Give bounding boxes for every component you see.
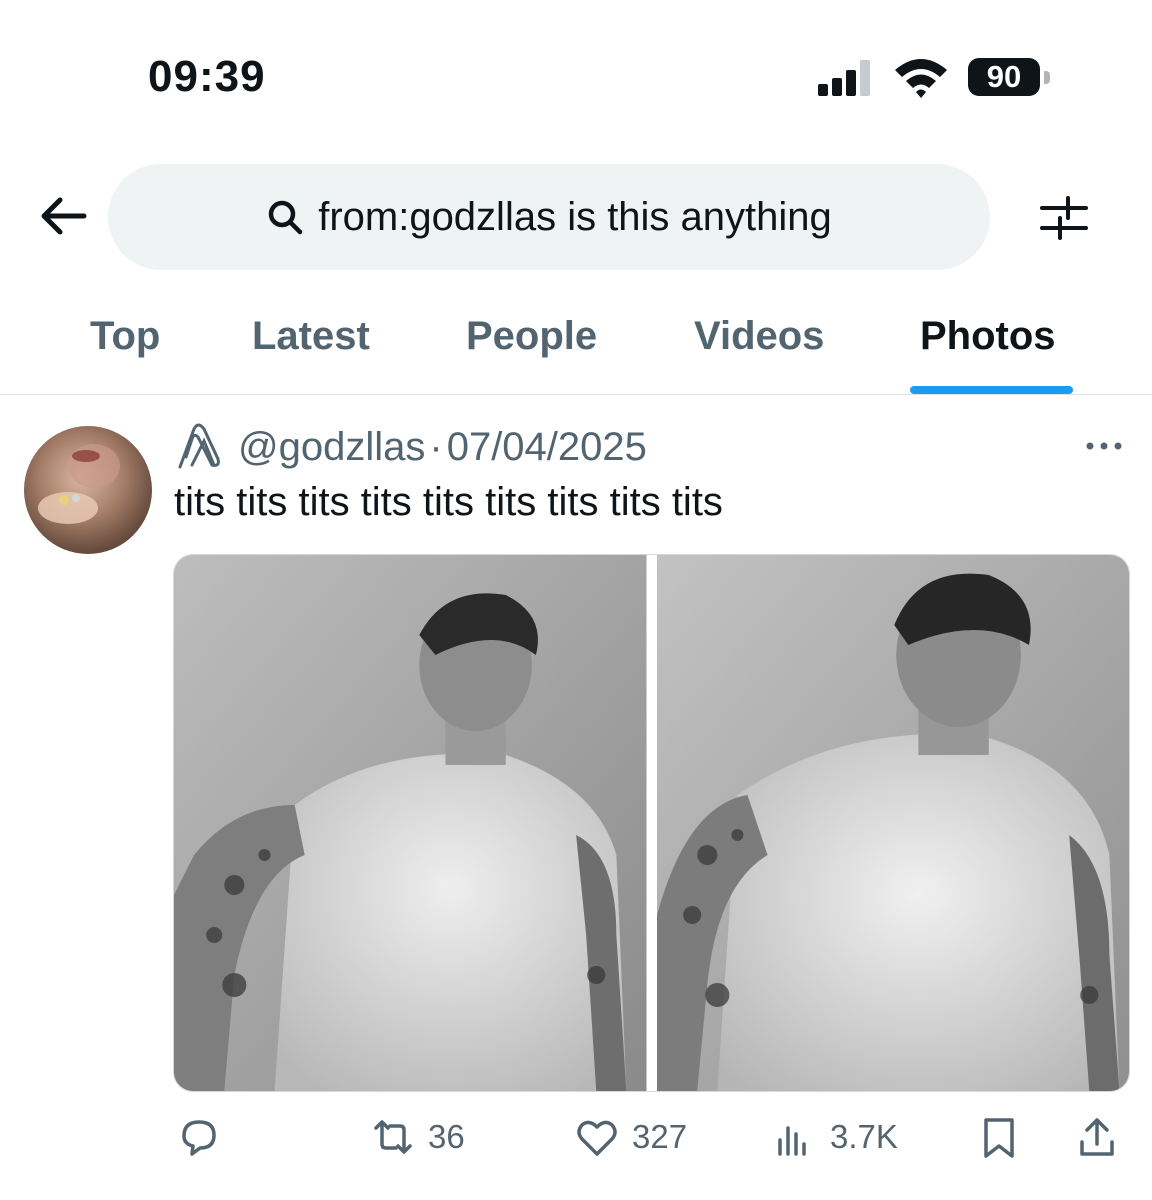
cellular-signal-icon <box>818 60 870 96</box>
search-query: from:godzllas is this anything <box>318 194 832 239</box>
post-media <box>173 554 1130 1092</box>
avatar[interactable] <box>24 426 152 554</box>
battery-level: 90 <box>968 58 1040 96</box>
bookmark-icon <box>984 1118 1014 1158</box>
tab-photos[interactable]: Photos <box>920 314 1056 359</box>
post-meta: @godzllas · 07/04/2025 <box>174 422 647 472</box>
search-input[interactable]: from:godzllas is this anything <box>108 164 990 270</box>
paperclip-logo-icon <box>178 423 220 469</box>
view-count: 3.7K <box>830 1118 898 1155</box>
post-photo-1[interactable] <box>174 555 647 1091</box>
post-date[interactable]: 07/04/2025 <box>447 425 647 470</box>
search-icon <box>268 200 303 235</box>
repost-button[interactable]: 36 <box>370 1114 465 1160</box>
tab-videos[interactable]: Videos <box>694 314 824 359</box>
battery-indicator: 90 <box>968 58 1052 98</box>
meta-separator: · <box>429 424 443 469</box>
views-button[interactable]: 3.7K <box>772 1114 898 1160</box>
reply-button[interactable] <box>176 1114 234 1160</box>
battery-nub <box>1044 71 1050 84</box>
share-icon <box>1080 1118 1114 1156</box>
post-handle[interactable]: @godzllas <box>238 425 425 470</box>
wifi-icon <box>895 59 947 98</box>
back-arrow-icon[interactable] <box>38 190 90 242</box>
reply-icon <box>182 1120 216 1156</box>
repost-icon <box>374 1120 412 1154</box>
post-text: tits tits tits tits tits tits tits tits … <box>174 480 723 524</box>
tab-latest[interactable]: Latest <box>252 314 370 359</box>
share-button[interactable] <box>1074 1114 1120 1160</box>
like-button[interactable]: 327 <box>574 1114 687 1160</box>
search-filter-icon[interactable] <box>1036 190 1092 246</box>
repost-count: 36 <box>428 1118 465 1155</box>
search-tabs: Top Latest People Videos Photos <box>0 296 1152 395</box>
active-tab-indicator <box>910 386 1073 394</box>
like-count: 327 <box>632 1118 688 1155</box>
tab-people[interactable]: People <box>466 314 597 359</box>
views-chart-icon <box>778 1126 806 1156</box>
bookmark-button[interactable] <box>976 1114 1022 1160</box>
more-options-icon[interactable] <box>1084 438 1124 454</box>
tab-top[interactable]: Top <box>90 314 160 359</box>
heart-icon <box>577 1120 617 1156</box>
post-photo-2[interactable] <box>656 555 1129 1091</box>
status-time: 09:39 <box>148 52 266 101</box>
